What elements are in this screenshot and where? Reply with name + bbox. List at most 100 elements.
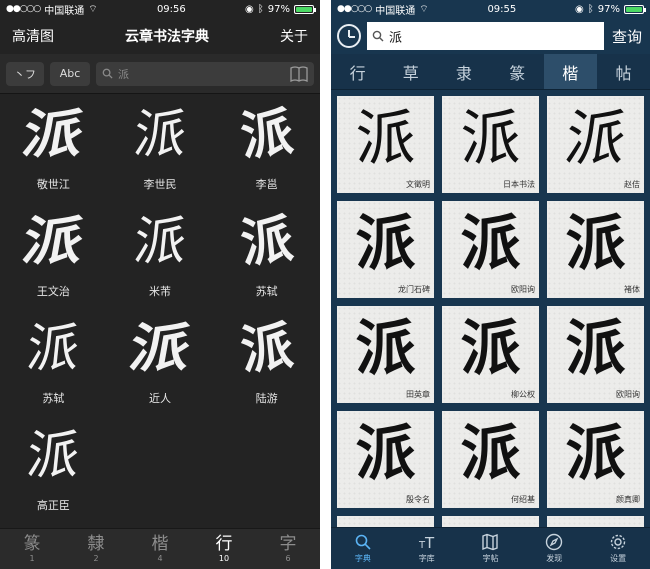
about-button[interactable]: 关于 (280, 26, 308, 46)
query-button[interactable]: 查询 (610, 26, 644, 47)
battery-icon (294, 4, 316, 14)
nav-bar: 派 查询 (331, 18, 650, 54)
tab-label: 字典 (354, 554, 371, 563)
book-icon[interactable] (290, 65, 308, 82)
tab-label: 发现 (546, 554, 563, 563)
glyph-cell[interactable]: 派高正臣 (0, 417, 107, 524)
glyph-cell[interactable]: 派苏轼 (213, 203, 320, 310)
glyph-image: 派 (565, 314, 626, 384)
search-placeholder: 派 (118, 67, 129, 81)
tab-running-script[interactable]: 行 10 (192, 529, 256, 569)
tab-discover[interactable]: 发现 (522, 528, 586, 569)
tab-glyph: 行 (215, 534, 233, 554)
glyph-image: 派 (130, 212, 190, 272)
map-book-icon (482, 533, 499, 551)
tab-cursive[interactable]: 草 (384, 54, 437, 89)
search-input[interactable]: 派 (367, 22, 604, 50)
calligrapher-name: 赵佶 (624, 180, 640, 189)
battery-percent: 97% (267, 3, 290, 15)
glyph-tile[interactable]: 派欧阳询 (442, 201, 539, 298)
hd-image-button[interactable]: 高清图 (12, 26, 54, 46)
bluetooth-icon: ᛒ (587, 3, 594, 15)
tab-glyph: 字 (279, 534, 297, 554)
pinyin-input-button[interactable]: Abc (50, 61, 90, 86)
lock-icon: ◉ (245, 3, 254, 15)
tab-settings[interactable]: 设置 (586, 528, 650, 569)
tab-glyph: 楷 (151, 534, 169, 554)
glyph-image: 派 (24, 319, 83, 379)
glyph-tile[interactable]: 派文徵明 (337, 96, 434, 193)
glyph-tile[interactable]: 派欧阳询 (547, 306, 644, 403)
tab-regular-script[interactable]: 楷4 (128, 529, 192, 569)
glyph-image: 派 (355, 104, 416, 174)
tab-clerical-script[interactable]: 隸2 (64, 529, 128, 569)
glyph-cell[interactable]: 派陆游 (213, 310, 320, 417)
glyph-cell[interactable]: 派米芾 (107, 203, 214, 310)
tab-count: 2 (93, 554, 99, 563)
calligrapher-name: 龙门石碑 (398, 285, 430, 294)
tab-dictionary[interactable]: 字典 (331, 528, 395, 569)
calligrapher-name: 殷令名 (406, 495, 430, 504)
tab-clerical[interactable]: 隶 (437, 54, 490, 89)
tab-label: 字帖 (482, 554, 499, 563)
history-clock-icon[interactable] (337, 24, 361, 48)
glyph-cell[interactable]: 派王文治 (0, 203, 107, 310)
calligrapher-name: 近人 (148, 392, 171, 405)
glyph-tile[interactable]: 派颜真卿 (547, 411, 644, 508)
glyph-cell[interactable]: 派李世民 (107, 96, 214, 203)
glyph-cell[interactable]: 派李邕 (213, 96, 320, 203)
glyph-image: 派 (355, 419, 416, 489)
nav-bar: 高清图 云章书法字典 关于 (0, 18, 320, 54)
signal-icon: ●●○○○ (337, 4, 372, 14)
glyph-image: 派 (460, 104, 521, 174)
glyph-cell[interactable]: 派敬世江 (0, 96, 107, 203)
calligrapher-name: 苏轼 (42, 392, 65, 405)
calligrapher-name: 米芾 (148, 285, 171, 298)
search-icon (102, 68, 113, 79)
status-time: 09:55 (487, 3, 517, 15)
calligraphy-grid: 派敬世江 派李世民 派李邕 派王文治 派米芾 派苏轼 派苏轼 派近人 派陆游 派… (0, 96, 320, 528)
calligrapher-name: 文徵明 (406, 180, 430, 189)
tab-count: 1 (29, 554, 35, 563)
glyph-tile[interactable]: 派褚体 (547, 201, 644, 298)
calligrapher-name: 田英章 (406, 390, 430, 399)
stroke-input-button[interactable]: 丶フ (6, 61, 44, 86)
battery-icon (624, 4, 646, 14)
glyph-image: 派 (237, 208, 296, 275)
status-time: 09:56 (156, 3, 186, 15)
glyph-tile[interactable]: 派殷令名 (337, 411, 434, 508)
glyph-tile[interactable]: 派日本书法 (442, 96, 539, 193)
search-input[interactable]: 派 (96, 61, 314, 86)
glyph-cell[interactable]: 派苏轼 (0, 310, 107, 417)
glyph-cell[interactable]: 派近人 (107, 310, 214, 417)
glyph-image: 派 (565, 419, 626, 489)
tab-font-library[interactable]: TT 字库 (395, 528, 459, 569)
toolbar: 丶フ Abc 派 (0, 54, 320, 94)
tab-seal-script[interactable]: 篆1 (0, 529, 64, 569)
tab-count: 4 (157, 554, 163, 563)
glyph-tile[interactable]: 派柳公权 (442, 306, 539, 403)
glyph-image: 派 (460, 314, 521, 384)
calligrapher-name: 陆游 (255, 392, 278, 405)
calligrapher-name: 王文治 (36, 285, 70, 298)
tab-copybook[interactable]: 帖 (597, 54, 650, 89)
calligrapher-name: 日本书法 (503, 180, 535, 189)
glyph-tile[interactable]: 派何绍基 (442, 411, 539, 508)
glyph-tile[interactable]: 派赵佶 (547, 96, 644, 193)
svg-text:T: T (424, 534, 435, 551)
calligrapher-name: 高正臣 (36, 499, 70, 512)
glyph-image: 派 (460, 209, 521, 279)
calligrapher-name: 欧阳询 (511, 285, 535, 294)
right-phone: ●●○○○ 中国联通 ⌔ 09:55 ◉ ᛒ 97% 派 查询 行 草 隶 篆 … (331, 0, 650, 569)
glyph-tile[interactable]: 派田英章 (337, 306, 434, 403)
calligrapher-name: 李世民 (143, 178, 177, 191)
tab-cursive-script[interactable]: 字6 (256, 529, 320, 569)
status-bar: ●●○○○ 中国联通 ⌔ 09:55 ◉ ᛒ 97% (331, 0, 650, 18)
tab-running[interactable]: 行 (331, 54, 384, 89)
glyph-image: 派 (130, 105, 190, 165)
glyph-tile[interactable]: 派龙门石碑 (337, 201, 434, 298)
tab-regular[interactable]: 楷 (543, 54, 597, 89)
glyph-image: 派 (460, 419, 521, 489)
tab-copybook[interactable]: 字帖 (459, 528, 523, 569)
tab-seal[interactable]: 篆 (491, 54, 544, 89)
